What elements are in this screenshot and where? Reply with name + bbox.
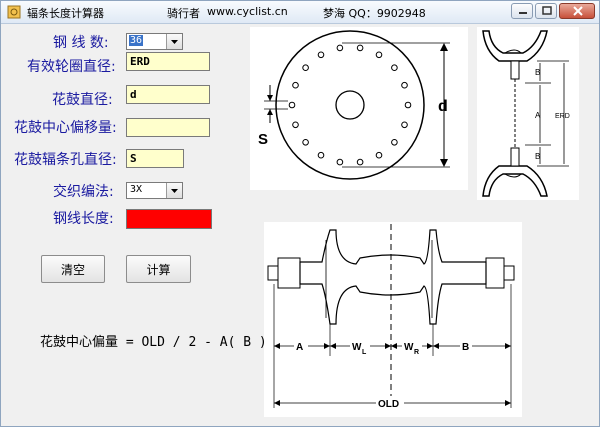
- rim-erd-label: ERD: [555, 113, 570, 120]
- hub-offset-label: 花鼓中心偏移量:: [14, 120, 117, 136]
- hub-old-label: OLD: [378, 399, 399, 410]
- spoke-count-value: 36: [129, 35, 144, 46]
- app-window: 辐条长度计算器 骑行者 www.cyclist.cn 梦海 QQ：9902948…: [0, 0, 600, 427]
- spoke-hole: [356, 44, 364, 52]
- calculate-button[interactable]: 计算: [126, 255, 191, 283]
- clear-button[interactable]: 清空: [41, 255, 105, 283]
- window-title: 辐条长度计算器: [27, 7, 104, 20]
- spoke-hole: [401, 81, 408, 89]
- spoke-hole: [292, 81, 299, 89]
- erd-label: 有效轮圈直径:: [27, 59, 116, 75]
- app-icon: [7, 5, 21, 19]
- hub-flange-diagram: d S: [250, 27, 468, 190]
- maximize-icon: [542, 6, 552, 15]
- site-text: www.cyclist.cn: [207, 5, 288, 18]
- spoke-hole: [302, 139, 309, 146]
- hub-b-label: B: [462, 342, 469, 353]
- spoke-hole: [336, 158, 344, 166]
- lacing-value: 3X: [130, 184, 143, 195]
- spoke-hole: [288, 101, 296, 109]
- s-label: S: [258, 131, 268, 148]
- erd-input[interactable]: ERD: [126, 52, 210, 71]
- rim-section-diagram: B A B ERD: [477, 27, 579, 200]
- spoke-hole: [391, 139, 398, 146]
- minimize-icon: [519, 12, 527, 14]
- rim-b-top-label: B: [535, 68, 540, 77]
- spoke-hole: [404, 101, 412, 109]
- rim-a-label: A: [535, 111, 541, 120]
- spoke-hole: [356, 158, 364, 166]
- spoke-hole: [401, 121, 408, 129]
- hub-a-label: A: [296, 342, 303, 353]
- result-label: 钢线长度:: [53, 211, 114, 227]
- maximize-button[interactable]: [535, 3, 557, 19]
- chevron-down-icon[interactable]: [166, 34, 182, 49]
- spoke-hole-input[interactable]: S: [126, 149, 184, 168]
- rim-b-bottom-label: B: [535, 152, 540, 161]
- hub-wr-label: W: [404, 342, 414, 353]
- lacing-select[interactable]: 3X: [126, 182, 183, 199]
- hub-side-diagram: A W L W R B OLD: [264, 222, 522, 417]
- title-bar[interactable]: 辐条长度计算器 骑行者 www.cyclist.cn 梦海 QQ：9902948: [1, 1, 599, 24]
- contact-text: 梦海 QQ：9902948: [323, 7, 426, 20]
- spoke-hole: [375, 51, 383, 59]
- minimize-button[interactable]: [511, 3, 533, 19]
- hub-diameter-label: 花鼓直径:: [52, 92, 113, 108]
- offset-formula: 花鼓中心偏量 = OLD / 2 - A( B ): [40, 335, 267, 350]
- lacing-label: 交织编法:: [53, 184, 114, 200]
- spoke-hole: [302, 64, 309, 72]
- spoke-hole-label: 花鼓辐条孔直径:: [14, 152, 117, 168]
- author-text: 骑行者: [167, 7, 200, 20]
- hub-offset-input[interactable]: [126, 118, 210, 137]
- spoke-hole: [391, 64, 398, 72]
- hub-wl-subscript: L: [362, 349, 367, 356]
- d-label: d: [438, 98, 448, 115]
- spoke-hole: [292, 121, 299, 129]
- close-icon: [573, 6, 583, 16]
- chevron-down-icon[interactable]: [166, 183, 182, 198]
- spoke-hole: [317, 151, 325, 159]
- spoke-count-select[interactable]: 36: [126, 33, 183, 50]
- spoke-hole: [317, 51, 325, 59]
- hub-wl-label: W: [352, 342, 362, 353]
- spoke-hole: [375, 151, 383, 159]
- hub-diameter-input[interactable]: d: [126, 85, 210, 104]
- close-button[interactable]: [559, 3, 595, 19]
- spoke-hole: [336, 44, 344, 52]
- hub-wr-subscript: R: [414, 349, 419, 356]
- spoke-count-label: 钢 线 数:: [53, 35, 109, 51]
- result-display: [126, 209, 212, 229]
